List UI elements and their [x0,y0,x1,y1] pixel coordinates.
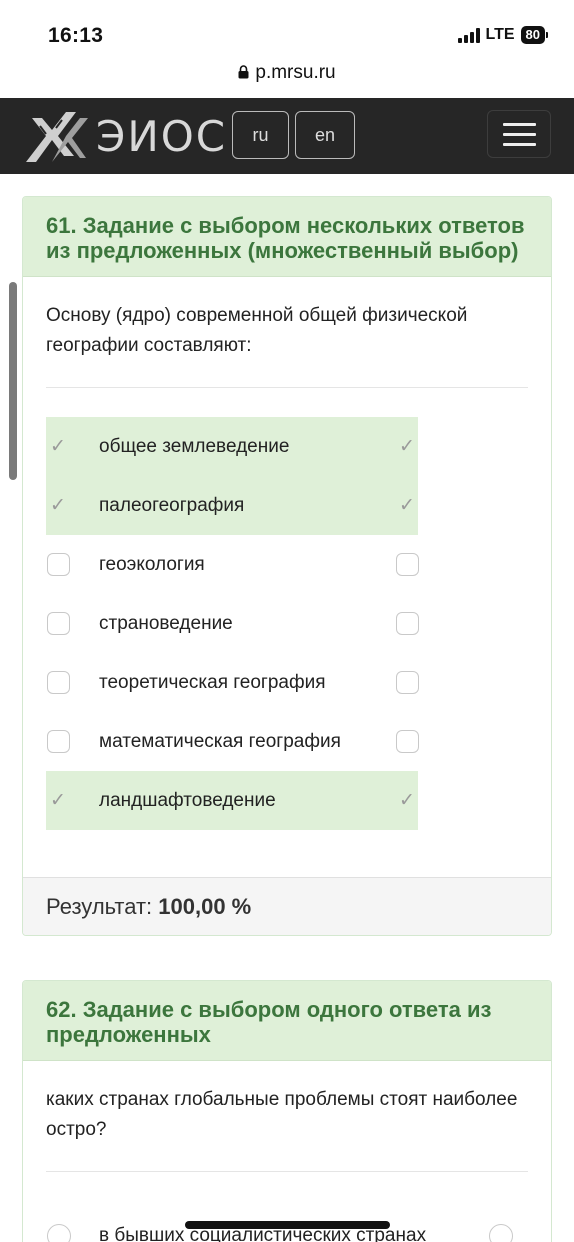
question-card-61: 61. Задание с выбором нескольких ответов… [22,196,552,936]
status-time: 16:13 [48,24,104,47]
question-text: каких странах глобальные проблемы стоят … [46,1089,518,1140]
question-title: 61. Задание с выбором нескольких ответов… [23,197,551,277]
question-text: Основу (ядро) современной общей физическ… [46,305,468,356]
menu-icon[interactable] [487,110,551,158]
answer-option[interactable]: ✓ ландшафтоведение ✓ [46,771,418,830]
check-icon: ✓ [50,790,66,811]
network-type: LTE [485,26,515,43]
status-indicators: LTE 80 [457,26,548,44]
answer-option-label: ландшафтоведение [99,789,276,811]
radio-button[interactable] [47,1223,71,1242]
checkbox[interactable] [396,671,419,694]
check-icon: ✓ [50,495,66,516]
scrollbar[interactable] [9,282,17,480]
result-bar: Результат: 100,00 % [23,877,551,935]
battery-level: 80 [520,26,545,44]
answer-option-label: геоэкология [99,553,205,575]
answer-option[interactable]: математическая география [46,712,419,771]
divider [46,387,528,388]
answer-option[interactable]: геоэкология [46,535,419,594]
answer-option-label: общее землеведение [99,435,290,457]
checkbox[interactable] [396,612,419,635]
radio-button[interactable] [489,1223,513,1242]
logo-text: ЭИОС [96,112,228,161]
checkbox[interactable] [47,730,70,753]
battery-icon: 80 [520,26,548,44]
status-bar: 16:13 LTE 80 [0,0,574,62]
url-text: p.mrsu.ru [255,62,336,83]
answer-option[interactable]: страноведение [46,594,419,653]
check-icon: ✓ [399,790,415,811]
lock-icon [238,63,249,85]
question-card-62: 62. Задание с выбором одного ответа из п… [22,980,552,1242]
home-indicator[interactable] [185,1221,390,1229]
result-label: Результат: [46,894,159,919]
check-icon: ✓ [50,436,66,457]
answer-option-label: теоретическая география [99,671,326,693]
lang-en-button[interactable]: en [295,111,355,159]
answer-option[interactable]: теоретическая география [46,653,419,712]
answer-option[interactable]: ✓ общее землеведение ✓ [46,417,418,476]
lang-ru-button[interactable]: ru [232,111,289,159]
answer-option[interactable]: ✓ палеогеография ✓ [46,476,418,535]
checkbox[interactable] [396,553,419,576]
logo-icon[interactable] [22,106,92,166]
answer-option-label: страноведение [99,612,233,634]
result-value: 100,00 % [158,894,252,919]
answer-option-label: математическая география [99,730,341,752]
answer-option-label: палеогеография [99,494,245,516]
checkbox[interactable] [47,671,70,694]
checkbox[interactable] [47,553,70,576]
divider [46,1171,528,1172]
checkbox[interactable] [47,612,70,635]
site-navbar: ЭИОС ru en [0,98,574,174]
question-title: 62. Задание с выбором одного ответа из п… [23,981,551,1061]
checkbox[interactable] [396,730,419,753]
signal-icon [457,27,480,43]
check-icon: ✓ [399,495,415,516]
address-bar[interactable]: p.mrsu.ru [0,62,574,98]
check-icon: ✓ [399,436,415,457]
